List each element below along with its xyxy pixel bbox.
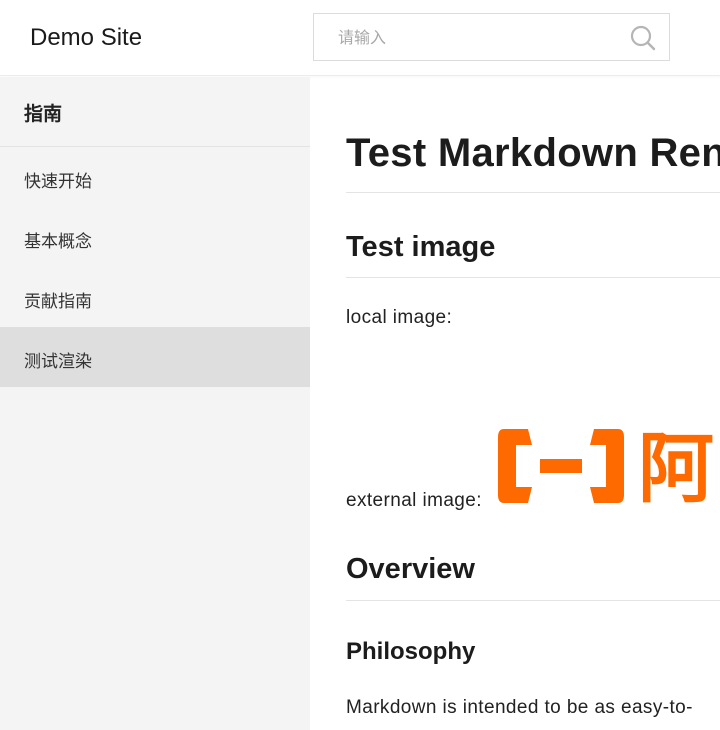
external-image-label: external image:	[346, 490, 482, 511]
philosophy-paragraph: Markdown is intended to be as easy-to-	[346, 697, 693, 718]
sidebar: 指南 快速开始 基本概念 贡献指南 测试渲染	[0, 77, 310, 730]
sidebar-item-basic-concepts[interactable]: 基本概念	[0, 207, 310, 267]
title-divider	[346, 192, 720, 193]
top-header: Demo Site 请输入	[0, 0, 720, 76]
section-divider	[346, 277, 720, 278]
heading-overview: Overview	[346, 553, 475, 585]
search-icon[interactable]	[629, 24, 657, 52]
site-title[interactable]: Demo Site	[30, 24, 142, 52]
page-title: Test Markdown Ren	[346, 131, 720, 175]
main-content: Test Markdown Ren Test image local image…	[346, 77, 720, 730]
sidebar-item-contribution-guide[interactable]: 贡献指南	[0, 267, 310, 327]
search-input[interactable]: 请输入	[313, 13, 670, 61]
heading-test-image: Test image	[346, 231, 496, 263]
search-placeholder: 请输入	[338, 28, 387, 47]
heading-philosophy: Philosophy	[346, 638, 476, 665]
external-logo-image: 阿	[498, 425, 714, 507]
sidebar-item-test-rendering[interactable]: 测试渲染	[0, 327, 310, 387]
sidebar-group-title: 指南	[0, 77, 310, 147]
section-divider	[346, 600, 720, 601]
logo-character: 阿	[638, 425, 714, 507]
sidebar-item-quick-start[interactable]: 快速开始	[0, 147, 310, 207]
local-image-label: local image:	[346, 307, 453, 328]
